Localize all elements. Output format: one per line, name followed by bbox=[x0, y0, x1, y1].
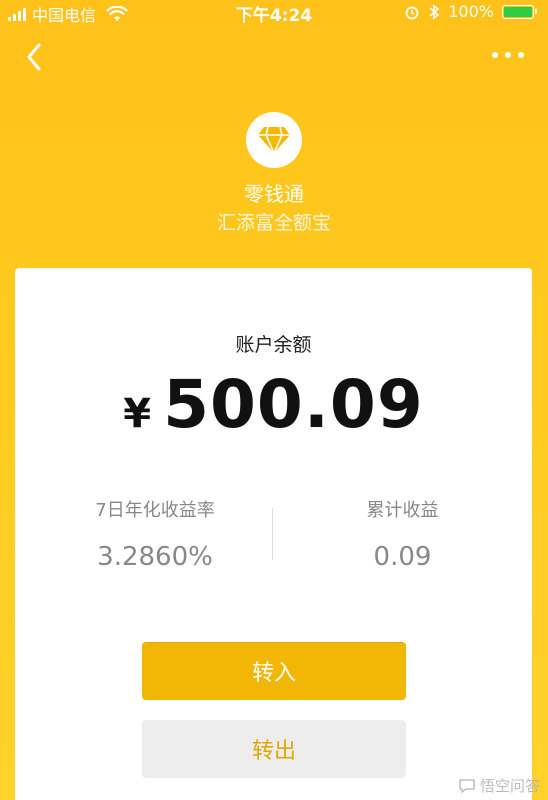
battery-percent: 100% bbox=[448, 2, 494, 21]
status-bar: 中国电信 下午4:24 100% bbox=[0, 0, 548, 26]
watermark-text: 悟空问答 bbox=[479, 777, 540, 795]
yield-value: 3.2860% bbox=[97, 542, 213, 572]
product-fund: 汇添富全额宝 bbox=[216, 212, 331, 234]
alarm-icon bbox=[405, 6, 419, 19]
balance-card: 账户余额 ¥ 500.09 7日年化收益率 3.2860% 累计收益 0.09 … bbox=[15, 268, 532, 800]
dot-icon bbox=[518, 52, 524, 58]
yield-label: 7日年化收益率 bbox=[95, 500, 215, 521]
balance-label: 账户余额 bbox=[235, 334, 312, 356]
balance-value: 500.09 bbox=[163, 366, 424, 443]
speech-bubble-icon bbox=[459, 778, 475, 793]
earnings-value: 0.09 bbox=[373, 542, 432, 572]
currency-symbol: ¥ bbox=[123, 391, 152, 437]
stat-divider bbox=[272, 508, 273, 560]
watermark: 悟空问答 bbox=[458, 775, 540, 796]
status-right: 100% bbox=[404, 2, 537, 21]
diamond-icon bbox=[258, 126, 290, 154]
dot-icon bbox=[505, 52, 511, 58]
transfer-out-button[interactable]: 转出 bbox=[142, 720, 406, 778]
more-button[interactable] bbox=[492, 48, 524, 62]
earnings-stat: 累计收益 0.09 bbox=[285, 496, 520, 572]
balance-amount: ¥ 500.09 bbox=[15, 366, 532, 443]
bluetooth-icon bbox=[429, 3, 440, 20]
dot-icon bbox=[492, 52, 498, 58]
battery-icon bbox=[502, 4, 537, 19]
product-name: 零钱通 bbox=[244, 182, 304, 206]
earnings-label: 累计收益 bbox=[366, 500, 439, 521]
product-logo bbox=[246, 112, 302, 168]
yield-stat: 7日年化收益率 3.2860% bbox=[35, 496, 275, 572]
back-button[interactable] bbox=[20, 40, 50, 74]
transfer-in-button[interactable]: 转入 bbox=[142, 642, 406, 700]
battery-fill bbox=[504, 6, 532, 17]
